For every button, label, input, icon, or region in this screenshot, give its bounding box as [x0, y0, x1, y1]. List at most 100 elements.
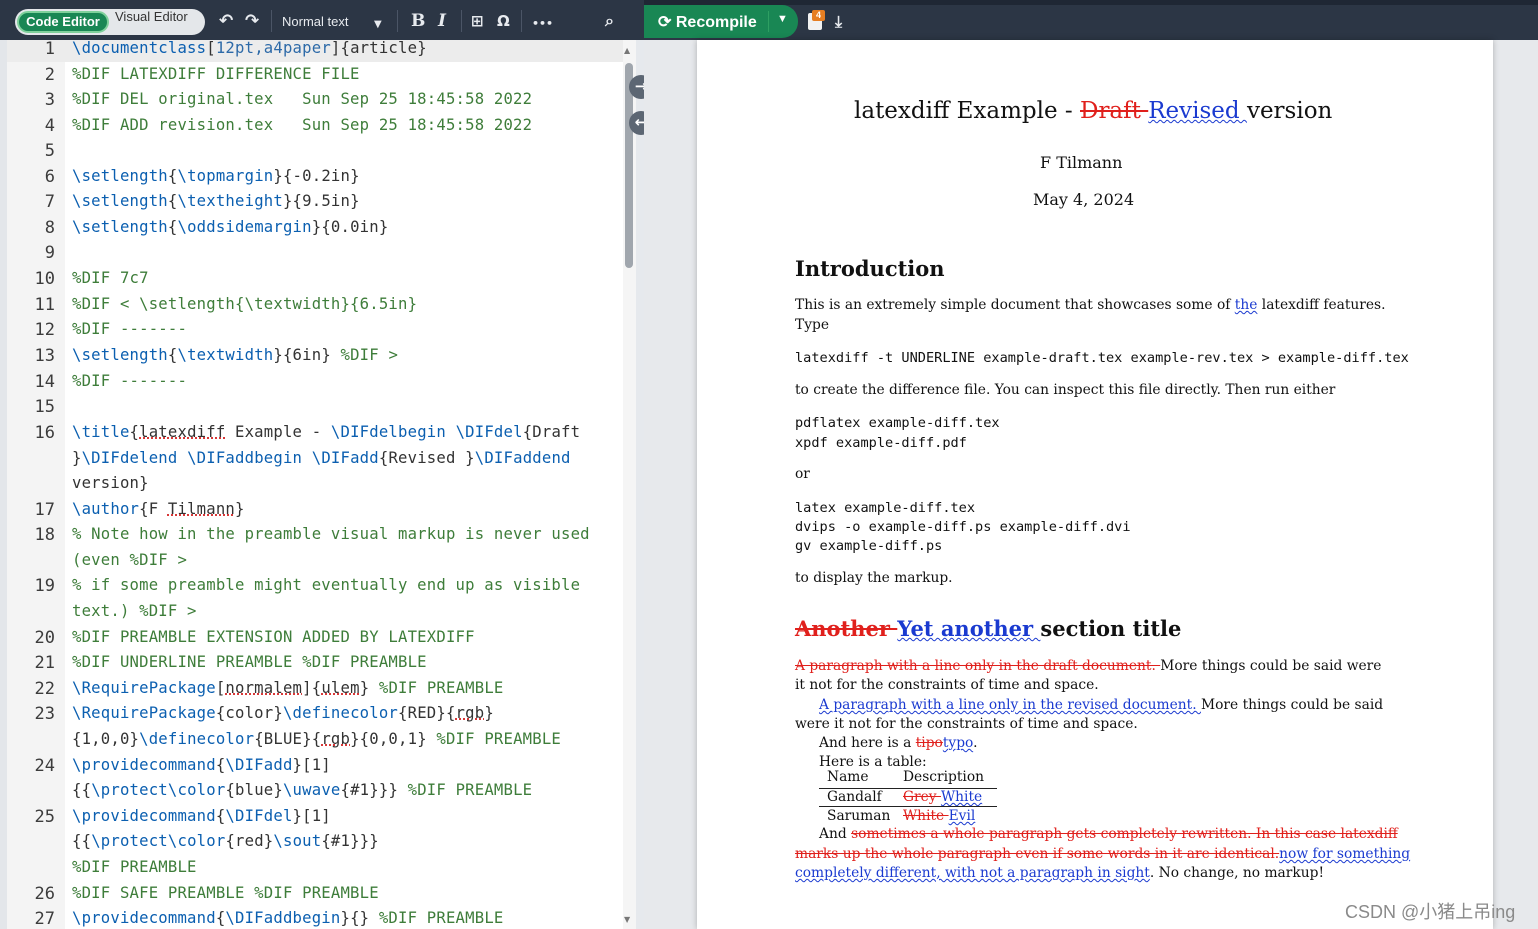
line-number: 1 [44, 39, 55, 59]
editor-mode-toggle[interactable]: Code Editor Visual Editor [15, 9, 205, 35]
line-number: 22 [34, 679, 55, 699]
table-rule [819, 806, 997, 807]
paragraph-line: or [795, 466, 810, 482]
pane-divider[interactable] [636, 40, 644, 929]
search-icon[interactable]: ⌕ [605, 9, 614, 33]
line-number: 27 [34, 909, 55, 929]
line-number: 9 [44, 243, 55, 263]
redo-icon[interactable]: ↷ [245, 9, 259, 33]
pdf-page [697, 40, 1493, 929]
code-line: text.) %DIF > [72, 602, 197, 620]
paragraph-line: This is an extremely simple document tha… [795, 297, 1386, 313]
omega-symbol-icon[interactable]: Ω [497, 9, 510, 33]
code-line: %DIF LATEXDIFF DIFFERENCE FILE [72, 65, 360, 83]
section-heading: Introduction [795, 256, 945, 281]
more-options-icon[interactable]: ••• [532, 12, 553, 36]
download-pdf-icon[interactable]: ⤓ [835, 10, 842, 34]
undo-icon[interactable]: ↶ [219, 9, 233, 33]
line-number: 15 [34, 397, 55, 417]
code-block-line: dvips -o example-diff.ps example-diff.dv… [795, 519, 1131, 535]
line-number: 3 [44, 90, 55, 110]
paragraph-line: to create the difference file. You can i… [795, 382, 1336, 398]
paragraph-line: completely different, with not a paragra… [795, 865, 1324, 881]
line-number: 8 [44, 218, 55, 238]
code-line: \RequirePackage[normalem]{ulem} %DIF PRE… [72, 679, 504, 697]
code-line: \providecommand{\DIFdel}[1] [72, 807, 331, 825]
toolbar-divider [461, 10, 462, 32]
chevron-down-icon[interactable]: ▼ [374, 13, 382, 37]
recompile-options-chevron-icon[interactable]: ▼ [777, 13, 788, 25]
paragraph-line: it not for the constraints of time and s… [795, 677, 1099, 693]
code-line: %DIF ADD revision.tex Sun Sep 25 18:45:5… [72, 116, 533, 134]
line-number: 25 [34, 807, 55, 827]
watermark: CSDN @小猪上吊ing [1345, 902, 1516, 922]
paragraph-line: And sometimes a whole paragraph gets com… [819, 826, 1398, 842]
recompile-label: ⟳ Recompile [658, 14, 757, 31]
table-cell: Grey White [903, 789, 983, 805]
line-number: 24 [34, 756, 55, 776]
code-line: %DIF PREAMBLE EXTENSION ADDED BY LATEXDI… [72, 628, 475, 646]
paragraph-line: Here is a table: [819, 754, 927, 770]
code-line: {{\protect\color{blue}\uwave{#1}}} %DIF … [72, 781, 533, 799]
code-line: \RequirePackage{color}\definecolor{RED}{… [72, 704, 494, 722]
code-block-line: gv example-diff.ps [795, 538, 943, 554]
code-line: %DIF ------- [72, 372, 188, 390]
code-line: \setlength{\topmargin}{-0.2in} [72, 167, 360, 185]
line-number: 4 [44, 116, 55, 136]
paragraph-line: A paragraph with a line only in the draf… [795, 658, 1382, 674]
doc-date: May 4, 2024 [1033, 190, 1135, 209]
code-line: %DIF DEL original.tex Sun Sep 25 18:45:5… [72, 90, 533, 108]
editor-toolbar: Code Editor Visual Editor ↶ ↷ Normal tex… [0, 0, 644, 40]
bold-button[interactable]: B [411, 9, 425, 33]
italic-button[interactable]: I [438, 9, 446, 33]
paragraph-line: Type [795, 317, 829, 333]
table-header-name: Name [827, 769, 869, 785]
code-line: %DIF SAFE PREAMBLE %DIF PREAMBLE [72, 884, 379, 902]
line-number: 13 [34, 346, 55, 366]
line-number: 26 [34, 884, 55, 904]
code-line: \setlength{\textheight}{9.5in} [72, 192, 360, 210]
line-number: 11 [34, 295, 55, 315]
paragraph-line: A paragraph with a line only in the revi… [819, 697, 1384, 713]
scroll-down-arrow-icon[interactable]: ▼ [624, 915, 630, 924]
code-line: % Note how in the preamble visual markup… [72, 525, 590, 543]
line-number: 6 [44, 167, 55, 187]
code-editor-button[interactable]: Code Editor [17, 11, 109, 33]
code-line: %DIF < \setlength{\textwidth}{6.5in} [72, 295, 418, 313]
table-cell: Gandalf [827, 789, 882, 805]
code-line: %DIF UNDERLINE PREAMBLE %DIF PREAMBLE [72, 653, 427, 671]
code-line: \setlength{\oddsidemargin}{0.0in} [72, 218, 389, 236]
code-line: \providecommand{\DIFadd}[1] [72, 756, 331, 774]
code-line: \providecommand{\DIFaddbegin}{} %DIF PRE… [72, 909, 504, 927]
doc-title: latexdiff Example - Draft Revised versio… [854, 98, 1333, 124]
line-number: 20 [34, 628, 55, 648]
visual-editor-button[interactable]: Visual Editor [115, 9, 188, 35]
table-icon[interactable]: ⊞ [471, 9, 484, 33]
code-line: version} [72, 474, 149, 492]
text-style-select[interactable]: Normal text [282, 14, 348, 29]
file-tree-collapsed-strip[interactable] [0, 40, 7, 929]
code-line: % if some preamble might eventually end … [72, 576, 581, 594]
recompile-button[interactable]: ⟳ Recompile ▼ [644, 5, 798, 38]
scroll-up-arrow-icon[interactable]: ▲ [624, 46, 630, 55]
line-number: 2 [44, 65, 55, 85]
line-number: 21 [34, 653, 55, 673]
line-number: 14 [34, 372, 55, 392]
line-number: 12 [34, 320, 55, 340]
code-line: }\DIFdelend \DIFaddbegin \DIFadd{Revised… [72, 449, 571, 467]
toolbar-divider [271, 10, 272, 32]
paragraph-line: marks up the whole paragraph even if som… [795, 846, 1411, 862]
paragraph-line: were it not for the constraints of time … [795, 716, 1138, 732]
code-block-line: latex example-diff.tex [795, 500, 976, 516]
code-line: %DIF ------- [72, 320, 188, 338]
code-block-line: latexdiff -t UNDERLINE example-draft.tex… [795, 350, 1409, 366]
section-heading: Another Yet another section title [795, 616, 1182, 641]
table-cell: White Evil [903, 808, 976, 824]
line-number: 18 [34, 525, 55, 545]
line-number: 23 [34, 704, 55, 724]
line-number: 17 [34, 500, 55, 520]
table-cell: Saruman [827, 808, 891, 824]
code-line: \title{latexdiff Example - \DIFdelbegin … [72, 423, 581, 441]
table-header-description: Description [903, 769, 985, 785]
line-number: 7 [44, 192, 55, 212]
